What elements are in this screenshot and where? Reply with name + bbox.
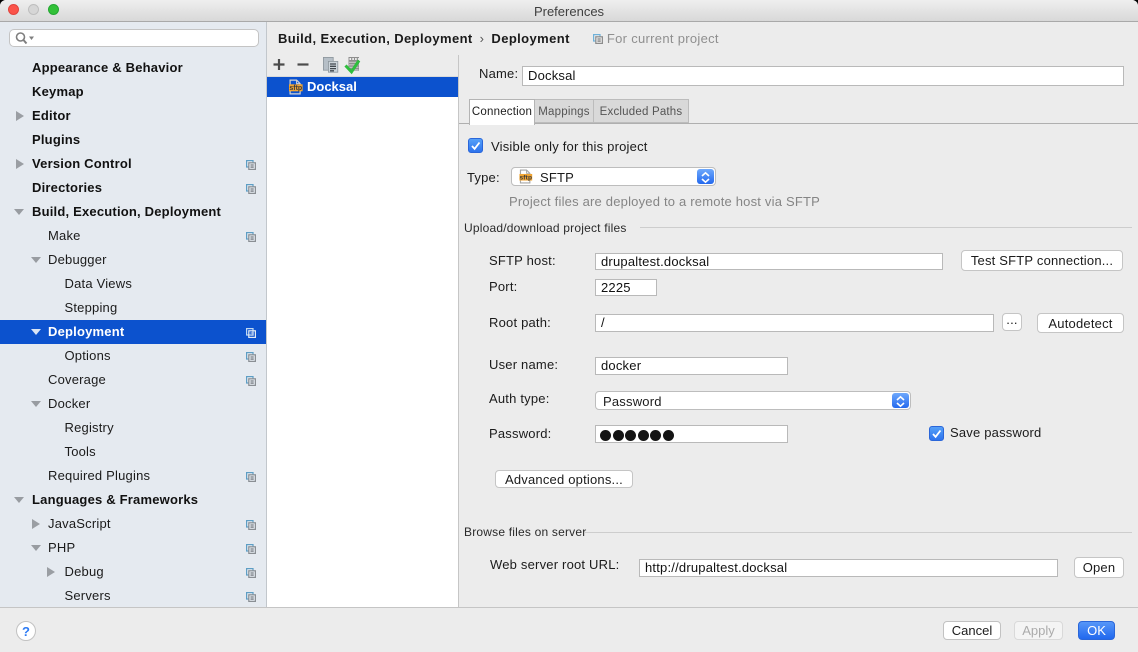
svg-text:sftp: sftp bbox=[519, 174, 532, 181]
svg-text:sftp: sftp bbox=[289, 85, 302, 92]
